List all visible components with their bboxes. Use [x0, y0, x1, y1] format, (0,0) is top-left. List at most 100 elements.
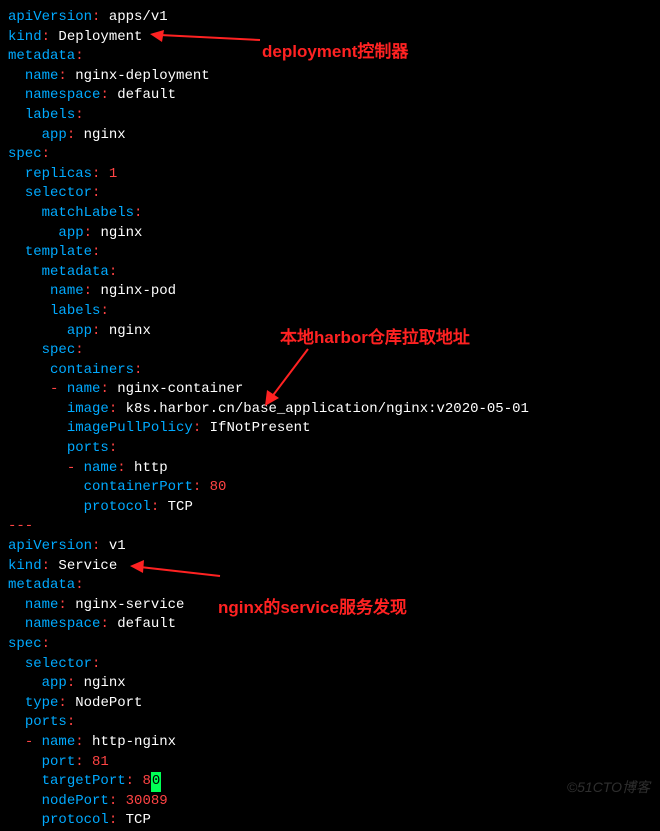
- dash: -: [25, 734, 42, 750]
- yaml-code-block: apiVersion: apps/v1 kind: Deployment met…: [8, 8, 652, 831]
- key: app: [58, 225, 83, 241]
- yaml-line: name: nginx-service: [8, 596, 652, 616]
- key: metadata: [8, 48, 75, 64]
- value: k8s.harbor.cn/base_application/nginx:v20…: [126, 401, 529, 417]
- value: nginx-service: [75, 597, 184, 613]
- key: containers: [50, 362, 134, 378]
- yaml-line: name: nginx-deployment: [8, 67, 652, 87]
- cursor: 0: [151, 772, 161, 792]
- yaml-line: selector:: [8, 184, 652, 204]
- yaml-line: targetPort: 80: [8, 772, 652, 792]
- key: kind: [8, 558, 42, 574]
- value: nginx: [109, 323, 151, 339]
- key: app: [42, 127, 67, 143]
- dash: -: [67, 460, 84, 476]
- key: labels: [50, 303, 100, 319]
- yaml-line: - name: http: [8, 459, 652, 479]
- yaml-line: ports:: [8, 439, 652, 459]
- yaml-line: nodePort: 30089: [8, 792, 652, 812]
- key: replicas: [25, 166, 92, 182]
- yaml-line: protocol: TCP: [8, 498, 652, 518]
- yaml-line: - name: http-nginx: [8, 733, 652, 753]
- value: Deployment: [58, 29, 142, 45]
- key: spec: [8, 636, 42, 652]
- key: image: [67, 401, 109, 417]
- value: 1: [109, 166, 117, 182]
- yaml-line: apiVersion: v1: [8, 537, 652, 557]
- key: metadata: [8, 577, 75, 593]
- key: apiVersion: [8, 9, 92, 25]
- key: protocol: [42, 812, 109, 828]
- key: apiVersion: [8, 538, 92, 554]
- yaml-line: ports:: [8, 713, 652, 733]
- key: selector: [25, 656, 92, 672]
- key: name: [25, 68, 59, 84]
- yaml-line: apiVersion: apps/v1: [8, 8, 652, 28]
- key: type: [25, 695, 59, 711]
- yaml-line: labels:: [8, 302, 652, 322]
- value: TCP: [168, 499, 193, 515]
- yaml-line: containerPort: 80: [8, 478, 652, 498]
- value: nginx-pod: [100, 283, 176, 299]
- yaml-line: name: nginx-pod: [8, 282, 652, 302]
- value: Service: [58, 558, 117, 574]
- value: nginx: [84, 675, 126, 691]
- value: 8: [142, 773, 150, 789]
- value: nginx-container: [117, 381, 243, 397]
- key: matchLabels: [42, 205, 134, 221]
- key: spec: [8, 146, 42, 162]
- value: default: [117, 87, 176, 103]
- value: v1: [109, 538, 126, 554]
- value: NodePort: [75, 695, 142, 711]
- key: name: [50, 283, 84, 299]
- value: http-nginx: [92, 734, 176, 750]
- yaml-line: metadata:: [8, 576, 652, 596]
- key: imagePullPolicy: [67, 420, 193, 436]
- value: 80: [210, 479, 227, 495]
- yaml-line: matchLabels:: [8, 204, 652, 224]
- yaml-line: containers:: [8, 361, 652, 381]
- value: http: [134, 460, 168, 476]
- value: 30089: [126, 793, 168, 809]
- yaml-line: spec:: [8, 145, 652, 165]
- yaml-line: protocol: TCP: [8, 811, 652, 831]
- yaml-line: app: nginx: [8, 322, 652, 342]
- dash: -: [50, 381, 67, 397]
- yaml-line: spec:: [8, 635, 652, 655]
- key: template: [25, 244, 92, 260]
- key: nodePort: [42, 793, 109, 809]
- yaml-line: app: nginx: [8, 126, 652, 146]
- yaml-line: imagePullPolicy: IfNotPresent: [8, 419, 652, 439]
- key: app: [67, 323, 92, 339]
- yaml-line: spec:: [8, 341, 652, 361]
- value: nginx: [100, 225, 142, 241]
- key: containerPort: [84, 479, 193, 495]
- key: name: [42, 734, 76, 750]
- value: default: [117, 616, 176, 632]
- yaml-line: template:: [8, 243, 652, 263]
- key: ports: [67, 440, 109, 456]
- yaml-line: - name: nginx-container: [8, 380, 652, 400]
- value: nginx: [84, 127, 126, 143]
- key: namespace: [25, 87, 101, 103]
- value: nginx-deployment: [75, 68, 209, 84]
- yaml-line: app: nginx: [8, 674, 652, 694]
- yaml-line: selector:: [8, 655, 652, 675]
- yaml-line: kind: Deployment: [8, 28, 652, 48]
- key: ports: [25, 714, 67, 730]
- yaml-line: metadata:: [8, 263, 652, 283]
- key: metadata: [42, 264, 109, 280]
- key: app: [42, 675, 67, 691]
- yaml-separator: ---: [8, 517, 652, 537]
- yaml-line: metadata:: [8, 47, 652, 67]
- key: namespace: [25, 616, 101, 632]
- yaml-line: app: nginx: [8, 224, 652, 244]
- key: protocol: [84, 499, 151, 515]
- yaml-line: namespace: default: [8, 86, 652, 106]
- key: targetPort: [42, 773, 126, 789]
- key: name: [25, 597, 59, 613]
- key: selector: [25, 185, 92, 201]
- key: kind: [8, 29, 42, 45]
- value: apps/v1: [109, 9, 168, 25]
- yaml-line: type: NodePort: [8, 694, 652, 714]
